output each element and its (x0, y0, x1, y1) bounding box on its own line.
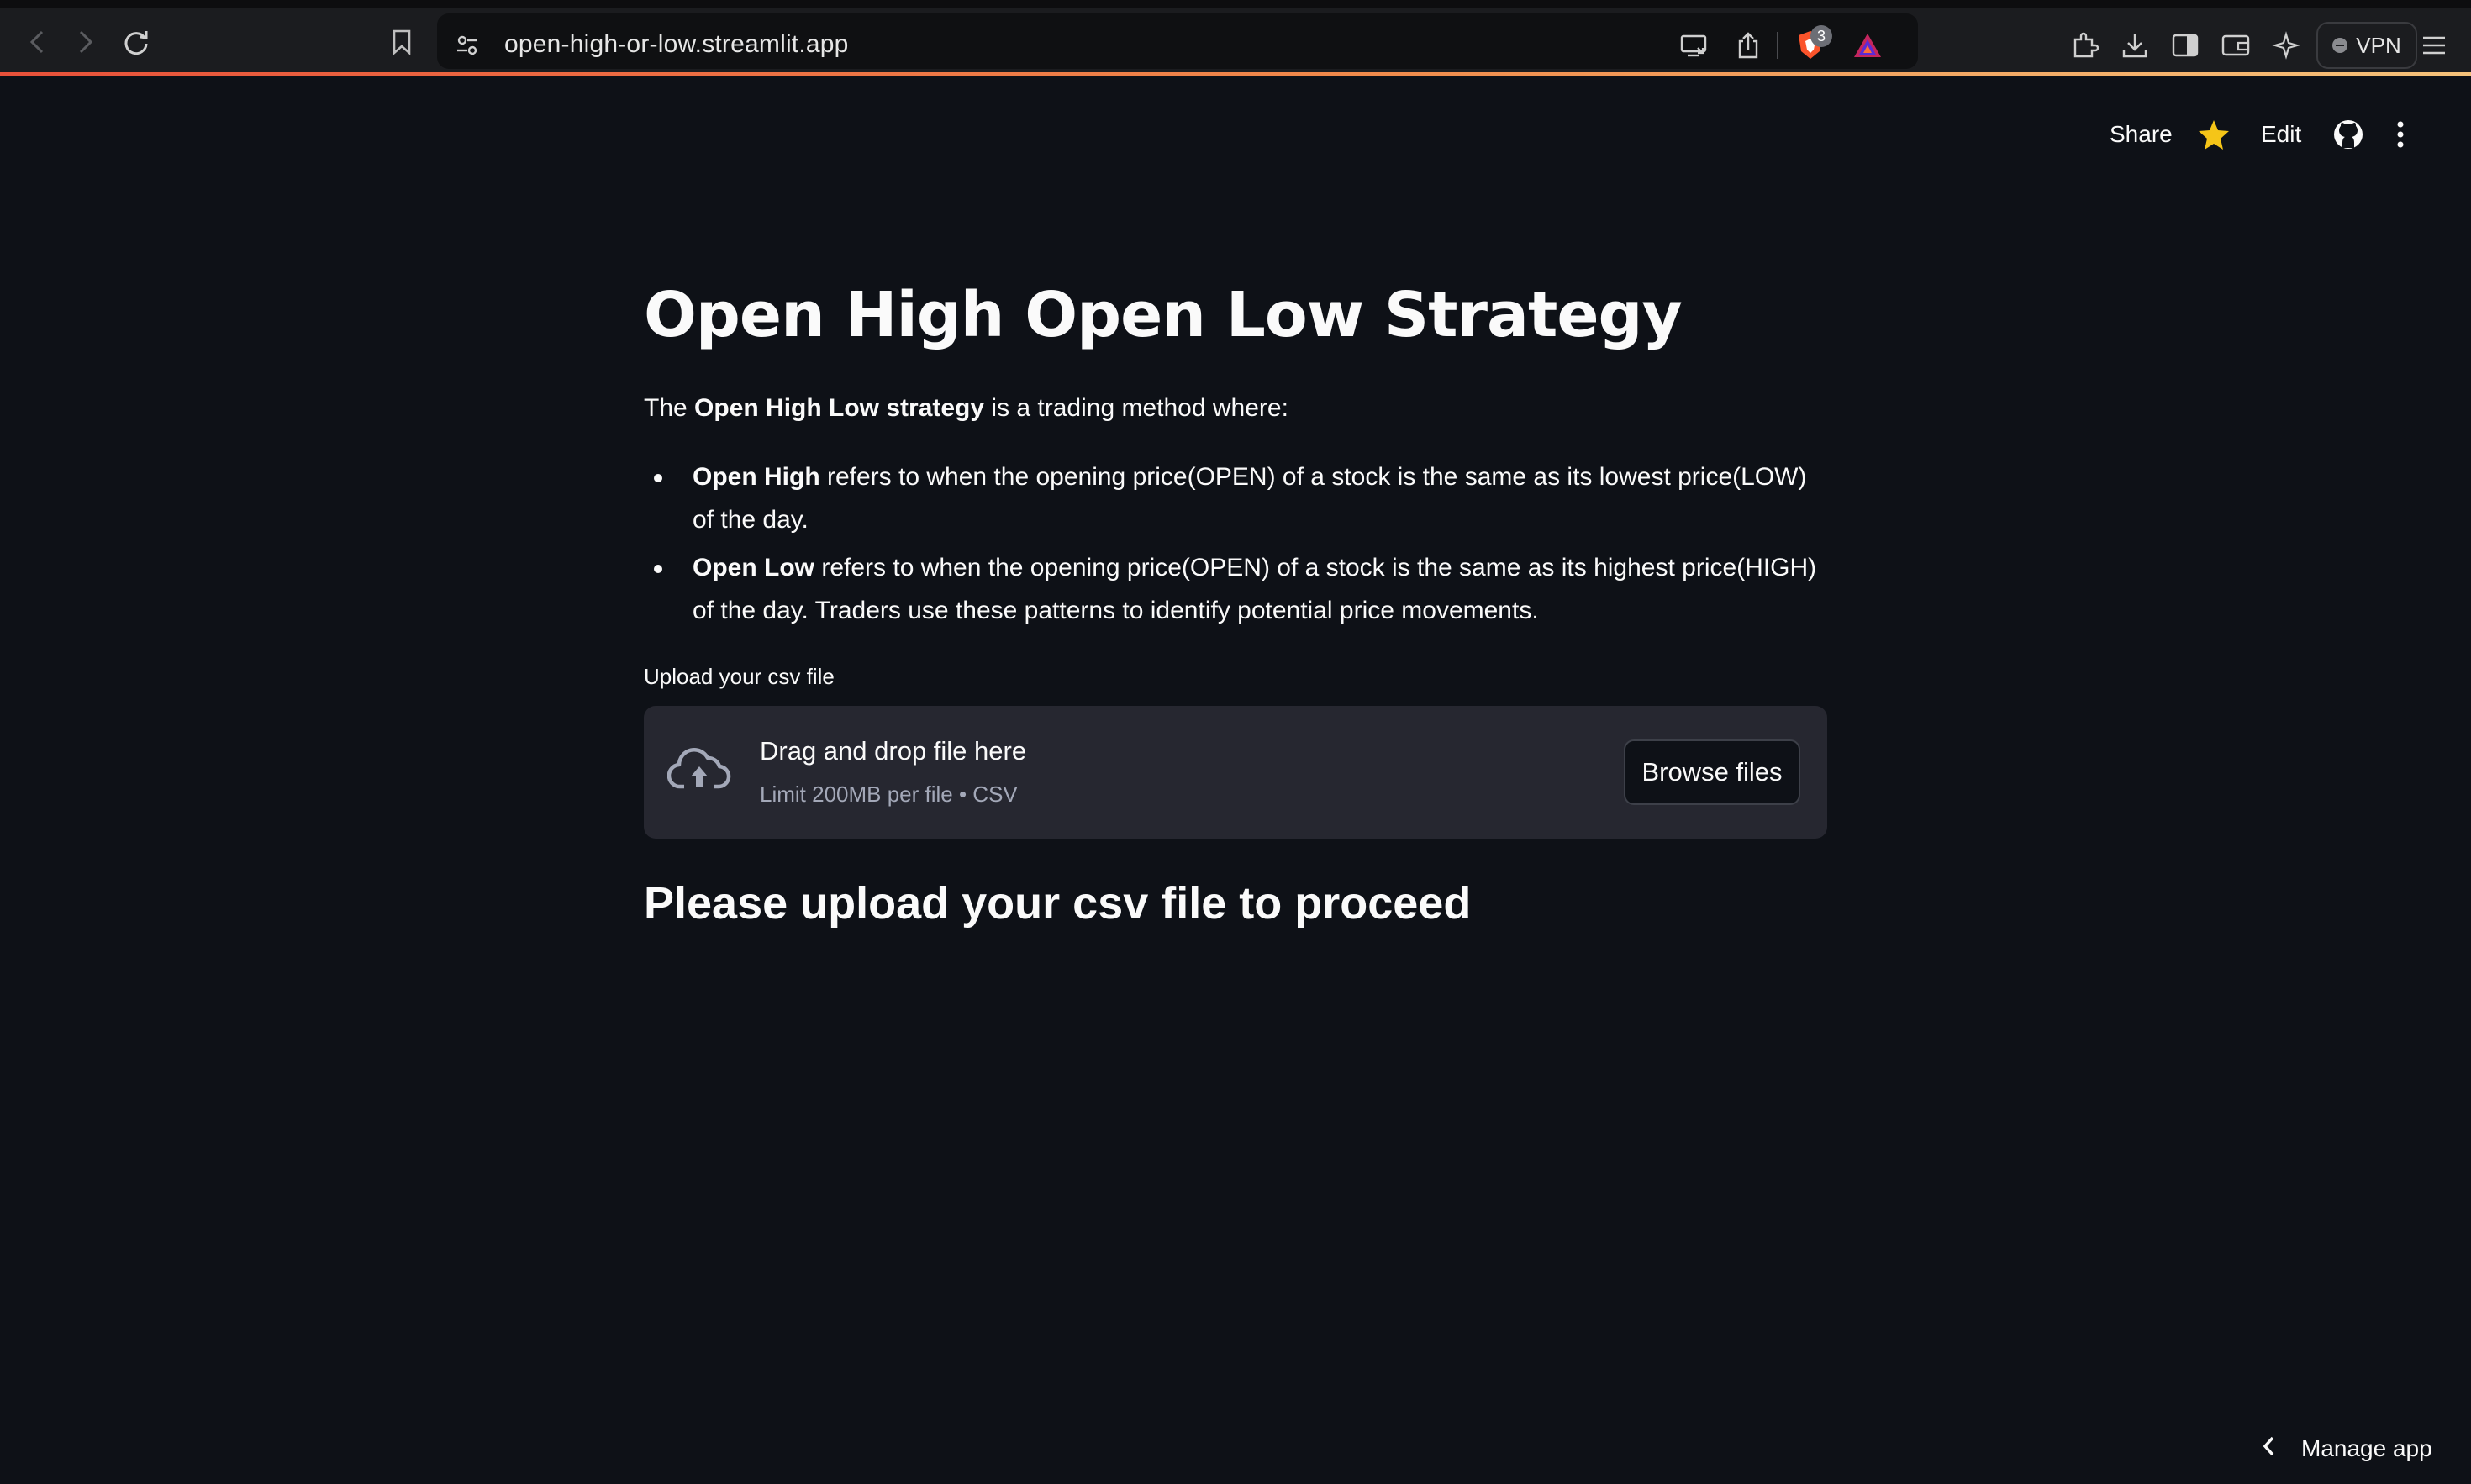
share-icon[interactable] (1731, 29, 1765, 62)
chevron-left-icon (2261, 1434, 2276, 1464)
intro-prefix: The (644, 394, 695, 422)
manage-app-button[interactable]: Manage app (2261, 1432, 2432, 1466)
reload-icon[interactable] (118, 24, 155, 61)
sidebar-icon[interactable] (2168, 29, 2202, 62)
toolbar-divider (1777, 32, 1778, 59)
leo-ai-icon[interactable] (2269, 29, 2303, 62)
upload-label: Upload your csv file (644, 664, 835, 689)
extensions-icon[interactable] (2068, 29, 2101, 62)
bookmark-icon[interactable] (383, 24, 420, 61)
menu-icon[interactable] (2417, 29, 2451, 62)
download-icon[interactable] (2118, 29, 2152, 62)
edit-button[interactable]: Edit (2261, 121, 2301, 148)
intro-strategy-name: Open High Low strategy (694, 394, 985, 422)
browser-toolbar: open-high-or-low.streamlit.app 3 VPN (0, 0, 2471, 76)
bullet-term: Open Low (693, 554, 814, 581)
vpn-status-icon (2332, 38, 2348, 53)
manage-app-label: Manage app (2301, 1435, 2432, 1461)
bullet-text: refers to when the opening price(OPEN) o… (693, 554, 1817, 624)
strategy-definitions-list: Open High refers to when the opening pri… (644, 455, 1827, 637)
brave-rewards-icon[interactable] (1851, 29, 1884, 62)
dropzone-title: Drag and drop file here (760, 736, 1027, 766)
intro-paragraph: The Open High Low strategy is a trading … (644, 390, 1288, 427)
vpn-button[interactable]: VPN (2316, 22, 2417, 69)
github-icon[interactable] (2331, 118, 2365, 155)
cloud-upload-icon (666, 745, 731, 799)
upload-status-heading: Please upload your csv file to proceed (644, 878, 1472, 929)
file-dropzone[interactable]: Drag and drop file here Limit 200MB per … (644, 706, 1827, 839)
bullet-text: refers to when the opening price(OPEN) o… (693, 463, 1807, 534)
vpn-label: VPN (2356, 32, 2401, 58)
brave-shields-badge: 3 (1810, 25, 1832, 47)
list-item: Open High refers to when the opening pri… (644, 455, 1827, 541)
site-settings-icon[interactable] (450, 29, 484, 62)
kebab-menu-icon[interactable] (2395, 119, 2405, 154)
back-icon[interactable] (18, 24, 55, 61)
dropzone-limit-text: Limit 200MB per file • CSV (760, 781, 1018, 807)
intro-suffix: is a trading method where: (984, 394, 1288, 422)
wallet-icon[interactable] (2219, 29, 2252, 62)
url-text[interactable]: open-high-or-low.streamlit.app (504, 30, 849, 59)
page-load-progress (0, 72, 2471, 76)
browse-files-button[interactable]: Browse files (1624, 739, 1800, 805)
bullet-term: Open High (693, 463, 820, 491)
list-item: Open Low refers to when the opening pric… (644, 546, 1827, 632)
star-icon[interactable] (2197, 118, 2231, 155)
share-button[interactable]: Share (2110, 121, 2173, 148)
forward-icon[interactable] (67, 24, 104, 61)
page-title: Open High Open Low Strategy (644, 279, 1683, 351)
cast-icon[interactable] (1678, 29, 1711, 62)
